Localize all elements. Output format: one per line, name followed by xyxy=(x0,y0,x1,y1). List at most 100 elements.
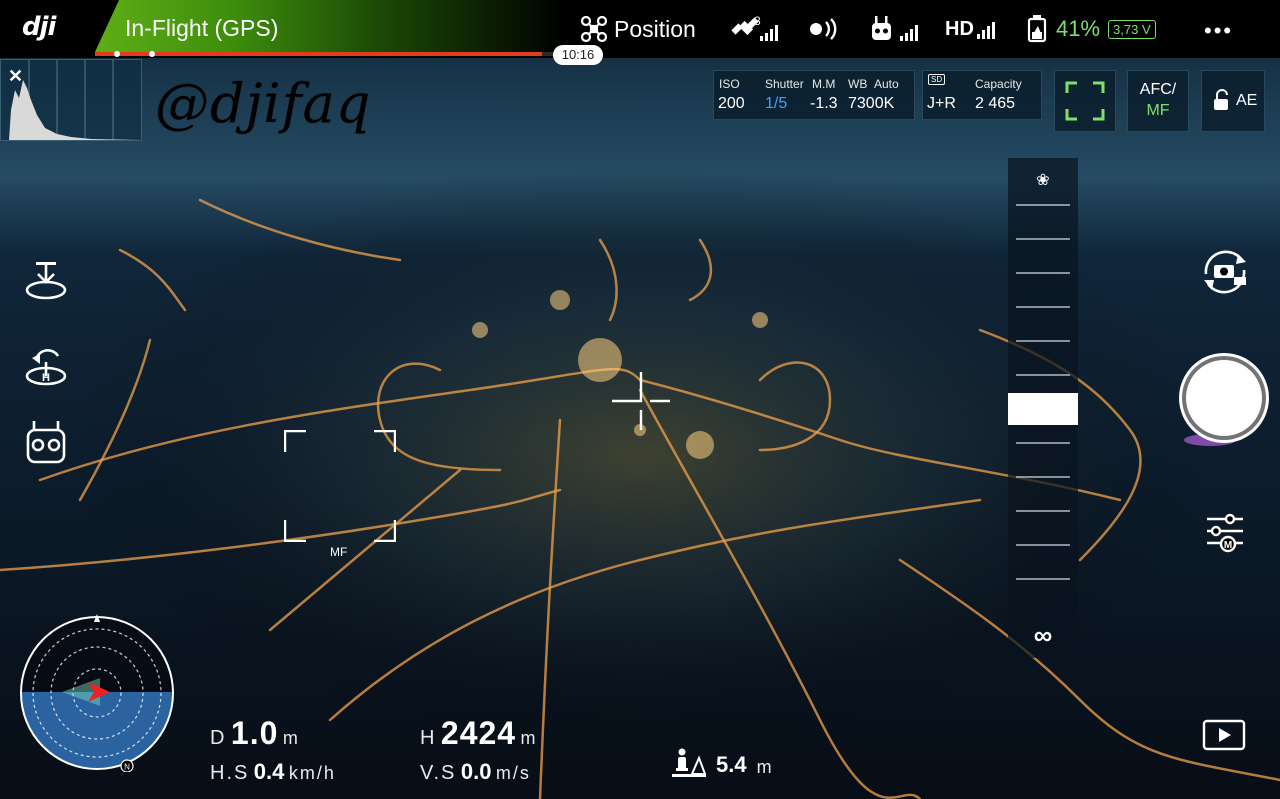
height-label: H xyxy=(420,727,437,749)
dji-logo[interactable]: dji xyxy=(22,12,56,42)
vps-height-unit: m xyxy=(756,757,774,777)
histogram-panel[interactable]: ✕ xyxy=(0,59,142,141)
close-icon[interactable]: ✕ xyxy=(8,66,23,87)
mf-label: MF xyxy=(1146,102,1170,119)
hspeed-unit: km/h xyxy=(288,763,336,783)
iso-value: 200 xyxy=(718,95,745,112)
playback-icon[interactable] xyxy=(1202,719,1246,751)
return-to-home-icon[interactable]: H xyxy=(22,344,70,392)
hd-signal-status[interactable]: HD xyxy=(945,12,1000,46)
capacity-label: Capacity xyxy=(975,77,1022,91)
slider-tick xyxy=(1016,374,1070,376)
satellite-status[interactable]: 8 xyxy=(730,12,782,46)
distance-unit: m xyxy=(282,728,300,748)
slider-tick xyxy=(1016,340,1070,342)
distance-readout: D 1.0 m xyxy=(210,715,300,752)
afc-mf-button[interactable]: AFC/ MF xyxy=(1127,70,1189,132)
sd-card-icon: SD xyxy=(928,74,946,85)
photo-format-value: J+R xyxy=(927,95,956,112)
remote-controller-icon[interactable] xyxy=(22,418,70,466)
ae-label: AE xyxy=(1236,92,1258,109)
flight-mode-position: Position xyxy=(614,15,696,42)
capacity-value: 2 465 xyxy=(975,95,1016,112)
svg-text:M: M xyxy=(1224,540,1232,551)
flight-mode-label[interactable]: In-Flight (GPS) xyxy=(125,15,278,42)
svg-text:H: H xyxy=(42,372,50,384)
focus-frame-icon xyxy=(1065,81,1105,121)
flight-time-progress-fill xyxy=(95,52,542,56)
wb-value: 7300K xyxy=(848,95,895,112)
horizontal-speed-readout: H.S 0.4 km/h xyxy=(210,759,336,785)
focus-slider-handle[interactable] xyxy=(1008,393,1078,425)
vspeed-unit: m/s xyxy=(495,763,531,783)
progress-marker xyxy=(149,51,155,57)
more-icon[interactable]: ••• xyxy=(1204,18,1233,44)
flight-time-progress xyxy=(95,52,565,56)
slider-tick xyxy=(1016,204,1070,206)
vision-system-icon xyxy=(810,18,837,40)
slider-tick xyxy=(1016,306,1070,308)
height-readout: H 2424 m xyxy=(420,715,538,752)
remote-controller-signal[interactable] xyxy=(870,12,922,46)
hd-label: HD xyxy=(945,17,974,40)
shutter-label: Shutter xyxy=(765,77,804,91)
battery-percent: 41% xyxy=(1056,16,1101,41)
vps-height-value: 5.4 xyxy=(716,752,747,777)
vspeed-value: 0.0 xyxy=(460,759,492,784)
progress-marker xyxy=(114,51,120,57)
shutter-value: 1/5 xyxy=(765,95,788,112)
camera-settings-icon[interactable]: M xyxy=(1204,512,1246,554)
metering-label: M.M xyxy=(812,77,836,91)
ae-lock-button[interactable]: AE xyxy=(1201,70,1265,132)
infinity-focus-label: ∞ xyxy=(1033,620,1053,650)
vps-height-readout: 5.4 m xyxy=(672,746,774,778)
iso-label: ISO xyxy=(719,77,740,91)
flight-mode-status[interactable]: Position xyxy=(580,12,696,46)
storage-panel[interactable]: SD J+R Capacity 2 465 xyxy=(922,70,1042,120)
hspeed-value: 0.4 xyxy=(253,759,285,784)
shutter-button[interactable] xyxy=(1182,356,1266,440)
slider-tick xyxy=(1016,442,1070,444)
focus-box-mf-label: MF xyxy=(330,545,348,559)
wb-label: WB xyxy=(848,77,868,91)
metering-value: -1.3 xyxy=(810,95,838,112)
vspeed-label: V.S xyxy=(420,762,457,784)
attitude-radar[interactable]: N xyxy=(18,614,176,772)
battery-icon xyxy=(1027,15,1047,43)
vision-system-status[interactable] xyxy=(806,12,842,46)
battery-voltage: 3,73 V xyxy=(1108,19,1156,39)
battery-status[interactable]: 41% 3,73 V xyxy=(1026,12,1156,46)
satellite-count: 8 xyxy=(754,14,761,28)
distance-value: 1.0 xyxy=(230,715,279,751)
auto-takeoff-icon[interactable] xyxy=(22,256,70,304)
afc-label: AFC/ xyxy=(1139,81,1177,98)
focus-area-button[interactable] xyxy=(1054,70,1116,132)
height-unit: m xyxy=(520,728,538,748)
vertical-speed-readout: V.S 0.0 m/s xyxy=(420,759,531,785)
slider-tick xyxy=(1016,272,1070,274)
hd-signal-icon xyxy=(976,22,995,39)
slider-tick xyxy=(1016,510,1070,512)
vps-height-icon xyxy=(672,748,706,777)
slider-tick xyxy=(1016,476,1070,478)
slider-tick xyxy=(1016,578,1070,580)
photo-video-switch-icon[interactable] xyxy=(1198,248,1252,294)
hspeed-label: H.S xyxy=(210,762,250,784)
slider-tick xyxy=(1016,544,1070,546)
focus-slider[interactable]: ❀ ∞ xyxy=(1008,158,1078,658)
radar-north-label: N xyxy=(124,763,130,772)
macro-focus-icon: ❀ xyxy=(1036,172,1050,189)
manual-focus-box[interactable] xyxy=(284,430,396,542)
unlock-icon xyxy=(1214,89,1228,110)
slider-tick xyxy=(1016,238,1070,240)
flight-time-badge: 10:16 xyxy=(553,45,603,65)
distance-label: D xyxy=(210,727,227,749)
remote-controller-signal-icon xyxy=(872,16,918,41)
height-value: 2424 xyxy=(440,715,517,751)
camera-parameters-panel[interactable]: ISO 200 Shutter 1/5 M.M -1.3 WB Auto 730… xyxy=(713,70,915,120)
watermark: @djifaq xyxy=(155,72,372,135)
center-crosshair xyxy=(612,372,670,430)
wb-mode: Auto xyxy=(874,77,899,91)
drone-mode-icon xyxy=(580,15,608,43)
top-status-bar: dji In-Flight (GPS) 10:16 Position 8 HD … xyxy=(0,0,1280,65)
